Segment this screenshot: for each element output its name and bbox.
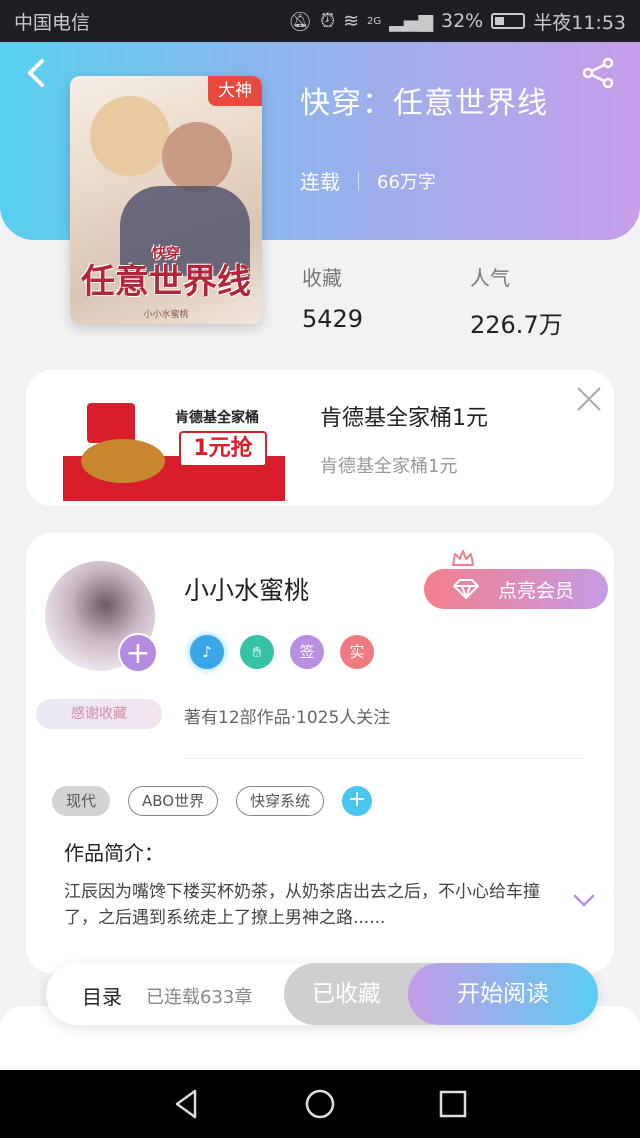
- author-level-badge: 大神: [208, 76, 262, 106]
- divider: [184, 758, 584, 759]
- back-nav-icon[interactable]: [169, 1086, 205, 1122]
- tag-item[interactable]: 快穿系统: [236, 786, 325, 816]
- stat-value: 226.7万: [470, 311, 563, 339]
- follow-plus-icon[interactable]: +: [118, 633, 158, 673]
- signed-badge[interactable]: 签: [290, 635, 324, 669]
- author-badges: ♪ ✋︎ 签 实: [190, 635, 374, 669]
- meta-divider: [358, 170, 359, 191]
- back-arrow-icon[interactable]: [22, 55, 52, 91]
- stat-favorites: 收藏 5429: [302, 262, 363, 333]
- battery-percent: 32%: [441, 10, 484, 32]
- bucket-graphic: [87, 403, 135, 443]
- status-bar: 中国电信 🔕︎ ⏰︎ ≋ 2G ▂▄▆ 32% 半夜11:53: [0, 0, 640, 42]
- clock: 半夜11:53: [533, 11, 626, 34]
- music-badge-icon[interactable]: ♪: [190, 635, 224, 669]
- ad-title: 肯德基全家桶1元: [320, 406, 488, 431]
- alarm-icon: ⏰︎: [320, 10, 336, 32]
- stat-label: 人气: [470, 266, 510, 290]
- stat-label: 收藏: [302, 266, 342, 290]
- system-nav-bar: [0, 1070, 640, 1138]
- book-title: 快穿：任意世界线: [300, 86, 548, 121]
- intro-text: 江辰因为嘴馋下楼买杯奶茶，从奶茶店出去之后，不小心给车撞了，之后遇到系统走上了撩…: [64, 882, 540, 928]
- cover-figure: [90, 96, 170, 176]
- cover-figure: [162, 122, 232, 192]
- tag-item[interactable]: ABO世界: [128, 786, 219, 816]
- crown-icon: [451, 549, 475, 569]
- diamond-icon: [453, 579, 479, 599]
- home-nav-icon[interactable]: [302, 1086, 338, 1122]
- author-info: 著有12部作品·1025人关注: [184, 708, 391, 728]
- author-name: 小小水蜜桃: [184, 576, 310, 605]
- status-icons: 🔕︎ ⏰︎ ≋ 2G ▂▄▆ 32% 半夜11:53: [288, 8, 626, 35]
- stat-popularity: 人气 226.7万: [470, 262, 563, 340]
- author-card: + 感谢收藏 小小水蜜桃 点亮会员 ♪ ✋︎ 签 实 著有12部作品·1025人…: [26, 533, 614, 973]
- close-icon[interactable]: [574, 384, 604, 414]
- start-reading-button[interactable]: 开始阅读: [408, 963, 598, 1025]
- ad-image-price: 1元抢: [179, 431, 267, 467]
- ad-image: 肯德基全家桶 1元抢: [63, 383, 285, 501]
- chapter-count: 已连载633章: [146, 987, 253, 1008]
- cover-title: 任意世界线: [81, 262, 251, 302]
- cover-art-title: 快穿 任意世界线: [80, 246, 252, 302]
- add-tag-icon[interactable]: +: [342, 786, 373, 816]
- ad-card[interactable]: 肯德基全家桶 1元抢 肯德基全家桶1元 肯德基全家桶1元: [26, 370, 614, 506]
- network-label: 2G: [367, 15, 382, 27]
- vip-button[interactable]: 点亮会员: [424, 569, 608, 609]
- cover-prefix: 快穿: [152, 246, 180, 262]
- bottom-action-bar: 目录 已连载633章 已收藏 开始阅读: [46, 963, 598, 1025]
- book-meta: 连载 66万字: [300, 166, 436, 195]
- chevron-down-icon[interactable]: [572, 893, 596, 909]
- ad-subtitle: 肯德基全家桶1元: [320, 456, 458, 477]
- catalog-button[interactable]: 目录: [82, 981, 122, 1010]
- verified-badge[interactable]: 实: [340, 635, 374, 669]
- mute-icon: 🔕︎: [288, 10, 313, 33]
- battery-icon: [491, 13, 526, 29]
- serial-status: 连载: [300, 170, 340, 194]
- stat-value: 5429: [302, 305, 364, 333]
- wifi-icon: ≋: [343, 10, 360, 32]
- carrier-label: 中国电信: [14, 11, 91, 34]
- tag-item[interactable]: 现代: [52, 786, 111, 816]
- signal-icon: ▂▄▆: [389, 10, 433, 32]
- recents-nav-icon[interactable]: [435, 1086, 471, 1122]
- ad-image-text: 肯德基全家桶: [175, 410, 259, 426]
- tag-list: 现代 ABO世界 快穿系统 +: [52, 786, 373, 816]
- vip-button-label: 点亮会员: [498, 579, 575, 602]
- cover-author: 小小水蜜桃: [143, 310, 189, 320]
- thanks-badge: 感谢收藏: [36, 699, 162, 729]
- intro-label: 作品简介：: [64, 841, 164, 865]
- word-count: 66万字: [377, 171, 436, 193]
- handshake-badge-icon[interactable]: ✋︎: [240, 635, 274, 669]
- book-cover[interactable]: 大神 快穿 任意世界线 小小水蜜桃: [70, 76, 262, 324]
- food-graphic: [81, 439, 165, 483]
- share-icon[interactable]: [580, 56, 616, 90]
